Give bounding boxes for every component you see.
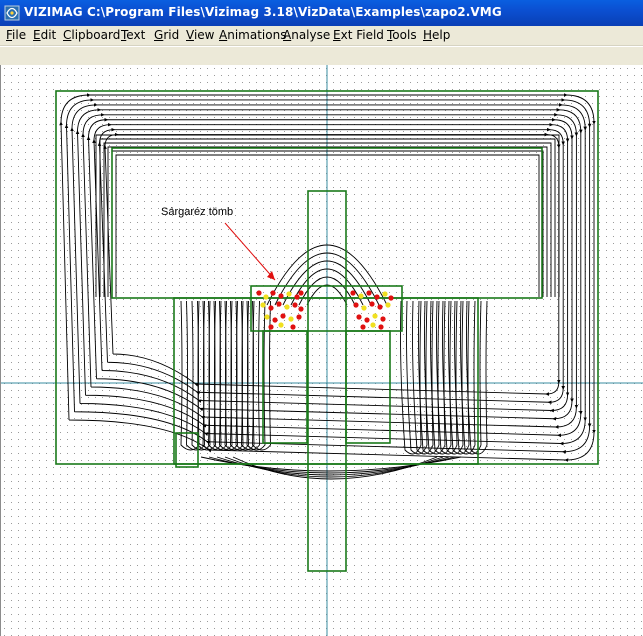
brass-particle [270,290,276,296]
brass-particle [366,290,372,296]
menu-help[interactable]: Help [423,28,450,42]
vizimag-icon [4,5,20,21]
brass-particle [353,302,359,308]
brass-particle [256,290,262,296]
brass-particle [286,291,292,297]
field-diagram[interactable] [1,65,643,636]
brass-particle [278,293,284,299]
menu-file[interactable]: File [6,28,26,42]
brass-particle [272,317,278,323]
brass-particle [369,301,375,307]
brass-particle [364,317,370,323]
brass-particle [264,314,270,320]
menu-tools[interactable]: Tools [387,28,417,42]
brass-particle [278,322,284,328]
field-canvas[interactable]: Sárgaréz tömb [0,65,643,636]
brass-particle [268,324,274,330]
brass-particle [382,291,388,297]
window-title: VIZIMAG C:\Program Files\Vizimag 3.18\Vi… [24,5,502,19]
menu-text[interactable]: Text [121,28,145,42]
brass-particle [268,305,274,311]
brass-particle [288,316,294,322]
brass-particle [370,322,376,328]
brass-particle [284,304,290,310]
annotation-label: Sárgaréz tömb [161,206,234,218]
brass-particle [380,316,386,322]
brass-particle [276,301,282,307]
toolbar-strip [0,46,643,66]
menu-animations[interactable]: Animations [219,28,286,42]
brass-particle [298,306,304,312]
menu-grid[interactable]: Grid [154,28,179,42]
brass-particle [360,324,366,330]
brass-particle [350,290,356,296]
brass-particle [358,293,364,299]
brass-particle [290,324,296,330]
brass-particle [385,302,391,308]
brass-particle [294,294,300,300]
brass-particle [361,305,367,311]
title-bar[interactable]: VIZIMAG C:\Program Files\Vizimag 3.18\Vi… [0,0,643,26]
brass-particle [377,304,383,310]
menu-bar: File Edit Clipboard Text Grid View Anima… [0,26,643,46]
menu-analyse[interactable]: Analyse [283,28,330,42]
brass-particle [356,314,362,320]
brass-particle [296,314,302,320]
brass-particle [280,313,286,319]
brass-particle [263,294,269,300]
brass-particle [374,294,380,300]
brass-particle [388,295,394,301]
brass-particle [260,302,266,308]
menu-clipboard[interactable]: Clipboard [63,28,120,42]
menu-edit[interactable]: Edit [33,28,56,42]
brass-particle [372,313,378,319]
brass-particle [292,302,298,308]
menu-ext-field[interactable]: Ext Field [333,28,384,42]
brass-particle [298,290,304,296]
menu-view[interactable]: View [186,28,214,42]
brass-particle [378,324,384,330]
